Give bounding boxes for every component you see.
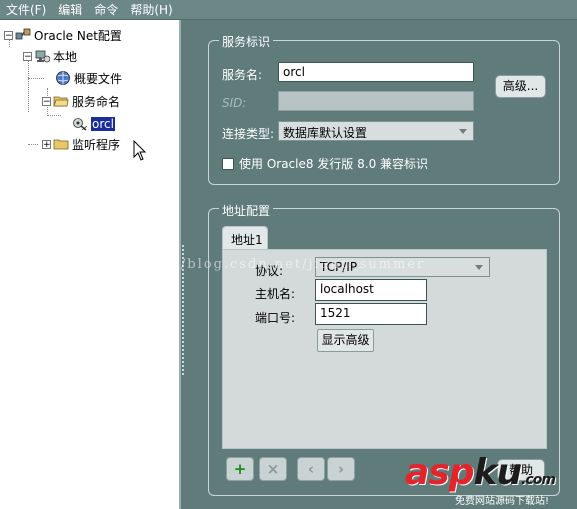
collapse-icon[interactable]: − (42, 96, 51, 106)
expand-icon[interactable]: + (42, 139, 51, 149)
host-input[interactable]: localhost (315, 279, 427, 301)
connection-type-select[interactable]: 数据库默认设置 (278, 121, 474, 141)
menu-help[interactable]: 帮助(H) (130, 1, 172, 18)
globe-icon (55, 70, 71, 86)
site-logo: aspku.com (405, 452, 556, 493)
tree-label-orcl: orcl (91, 117, 115, 131)
tree-label-root: Oracle Net配置 (34, 28, 122, 43)
tree-label-profile: 概要文件 (74, 71, 123, 86)
add-icon: + (233, 460, 247, 478)
tree-node-listeners[interactable]: + 监听程序 (42, 135, 120, 153)
tree-label-service-naming: 服务命名 (72, 94, 121, 109)
tree-label-local: 本地 (53, 49, 78, 64)
collapse-icon[interactable]: − (4, 30, 13, 40)
add-address-button[interactable]: + (226, 457, 254, 481)
connection-type-value: 数据库默认设置 (283, 126, 368, 140)
previous-address-button[interactable]: ‹ (297, 457, 325, 481)
sid-label: SID: (222, 96, 247, 110)
collapse-icon[interactable]: − (23, 51, 32, 61)
remove-address-button[interactable]: × (259, 457, 287, 481)
tree-node-service-naming[interactable]: − 服务命名 (42, 92, 120, 110)
tree-node-local[interactable]: − 本地 (23, 47, 77, 65)
watermark-text: http://blog.csdn.net/jiang_summer (133, 257, 426, 272)
tree-node-profile[interactable]: 概要文件 (55, 69, 122, 87)
menu-file[interactable]: 文件(F) (6, 1, 46, 18)
dropdown-arrow-icon (475, 265, 483, 270)
show-advanced-button[interactable]: 显示高级 (317, 329, 374, 352)
folder-open-icon (53, 93, 69, 109)
advanced-button[interactable]: 高级... (495, 75, 546, 98)
compat-checkbox[interactable]: 使用 Oracle8 发行版 8.0 兼容标识 (222, 155, 428, 172)
local-computer-icon (34, 48, 51, 64)
mouse-cursor-icon (133, 139, 147, 165)
chevron-right-icon: › (337, 460, 345, 478)
address-config-legend: 地址配置 (219, 202, 274, 219)
remove-icon: × (266, 460, 280, 478)
database-service-icon (72, 116, 88, 132)
logo-text-b: ku (473, 452, 523, 493)
menu-command[interactable]: 命令 (94, 1, 118, 18)
logo-text-dot: .com (521, 472, 556, 488)
menu-edit[interactable]: 编辑 (58, 1, 82, 18)
site-logo-subtitle: 免费网站源码下载站! (455, 496, 550, 507)
port-label: 端口号: (255, 311, 296, 325)
service-name-label: 服务名: (222, 68, 263, 82)
host-label: 主机名: (255, 287, 296, 301)
menu-bar: 文件(F) 编辑 命令 帮助(H) (0, 0, 577, 20)
tab-address-1[interactable]: 地址1 (222, 226, 268, 250)
checkbox-box[interactable] (222, 157, 234, 170)
next-address-button[interactable]: › (327, 457, 355, 481)
folder-icon (53, 136, 69, 152)
tree-node-orcl[interactable]: orcl (72, 115, 115, 133)
dropdown-arrow-icon (459, 129, 467, 134)
service-id-legend: 服务标识 (219, 33, 274, 50)
network-config-icon (15, 27, 31, 43)
compat-checkbox-label: 使用 Oracle8 发行版 8.0 兼容标识 (239, 157, 429, 171)
port-input[interactable]: 1521 (315, 303, 427, 325)
connection-type-label: 连接类型: (222, 127, 275, 141)
tree-label-listeners: 监听程序 (72, 137, 121, 152)
service-name-input[interactable]: orcl (278, 62, 474, 82)
logo-text-a: asp (405, 452, 474, 493)
chevron-left-icon: ‹ (307, 460, 315, 478)
tree-node-root[interactable]: − Oracle Net配置 (4, 26, 122, 44)
sid-input[interactable] (278, 91, 474, 111)
